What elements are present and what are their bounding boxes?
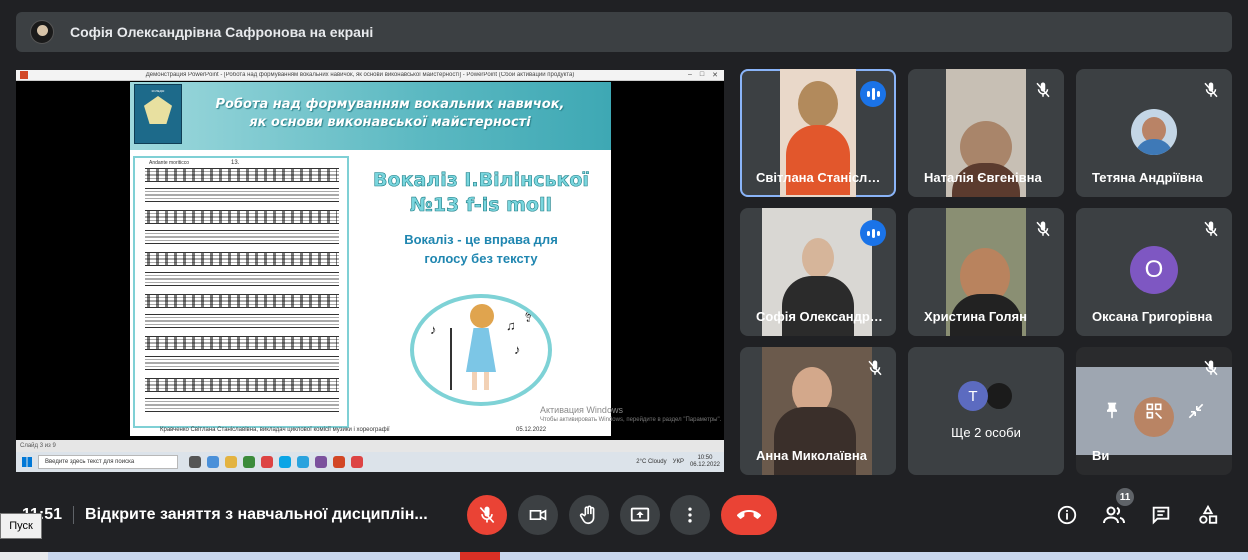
powerpoint-icon bbox=[20, 71, 28, 79]
participant-tile[interactable]: О Оксана Григорівна bbox=[1076, 208, 1232, 336]
people-count-badge: 11 bbox=[1116, 488, 1134, 506]
task-view-icon bbox=[189, 456, 201, 468]
slide-footer: Кравченко Світлана Станіславівна, виклад… bbox=[160, 427, 547, 433]
viber-icon bbox=[315, 456, 327, 468]
participant-tile[interactable]: Софія Олександрівна bbox=[740, 208, 896, 336]
presenter-avatar bbox=[30, 20, 54, 44]
divider bbox=[73, 506, 75, 524]
sheet-music-image: Andante moriticco 13. bbox=[133, 156, 349, 428]
participant-name: Ви bbox=[1092, 448, 1110, 463]
hand-icon bbox=[579, 505, 595, 525]
end-call-icon bbox=[737, 510, 761, 519]
meeting-info: 11:51 Відкрите заняття з навчальної дисц… bbox=[22, 506, 428, 524]
slide-subheading: Вокаліз - це вправа для голосу без текст… bbox=[404, 232, 558, 266]
info-icon bbox=[1057, 505, 1077, 525]
window-controls: – □ ✕ bbox=[687, 71, 718, 79]
mic-off-icon bbox=[479, 506, 495, 524]
minimize-icon[interactable] bbox=[1186, 401, 1206, 421]
taskbar-search: Введите здесь текст для поиска bbox=[38, 455, 178, 469]
meeting-details-button[interactable] bbox=[1055, 503, 1079, 527]
powerpoint-titlebar: Демонстрация PowerPoint - [Робота над фо… bbox=[16, 70, 724, 81]
leave-call-button[interactable] bbox=[721, 495, 777, 535]
participant-name: Світлана Станіславівна Кравченко bbox=[756, 170, 884, 185]
more-options-button[interactable] bbox=[670, 495, 710, 535]
participant-avatar bbox=[1131, 109, 1177, 155]
pin-icon[interactable] bbox=[1102, 401, 1122, 421]
start-tooltip: Пуск bbox=[0, 513, 42, 539]
mic-off-icon bbox=[868, 360, 882, 376]
chrome-taskbar-icon bbox=[351, 456, 363, 468]
participant-name: Оксана Григорівна bbox=[1092, 309, 1213, 324]
mic-off-icon bbox=[1204, 82, 1218, 98]
participant-avatar-photo bbox=[984, 381, 1014, 411]
windows-activation-watermark: Активация Windows Чтобы активировать Win… bbox=[540, 405, 722, 423]
participant-tile[interactable]: Христина Голян bbox=[908, 208, 1064, 336]
chrome-icon bbox=[261, 456, 273, 468]
participant-avatar: Т bbox=[958, 381, 988, 411]
participant-name: Анна Миколаївна bbox=[756, 448, 867, 463]
participant-name: Христина Голян bbox=[924, 309, 1027, 324]
os-taskbar-edge bbox=[0, 552, 1248, 560]
mic-off-icon bbox=[1204, 221, 1218, 237]
presentation-slide: КОЛЕДЖ Робота над формуванням вокальних … bbox=[130, 82, 611, 436]
slide-heading: Вокаліз І.Вілінської №13 f-is moll bbox=[373, 169, 590, 217]
participant-avatar: О bbox=[1130, 246, 1178, 294]
people-button[interactable] bbox=[1102, 503, 1126, 527]
mic-off-icon bbox=[1036, 82, 1050, 98]
speaking-indicator-icon bbox=[860, 81, 886, 107]
activities-icon bbox=[1199, 504, 1218, 524]
slide-heading-block: Вокаліз І.Вілінської №13 f-is moll Вокал… bbox=[356, 168, 606, 268]
chat-icon bbox=[1152, 506, 1170, 525]
telegram-icon bbox=[297, 456, 309, 468]
camera-toggle-button[interactable] bbox=[518, 495, 558, 535]
participant-tile[interactable]: Анна Миколаївна bbox=[740, 347, 896, 475]
remove-from-grid-icon[interactable] bbox=[1144, 401, 1164, 421]
slide-header: КОЛЕДЖ Робота над формуванням вокальних … bbox=[130, 82, 611, 150]
presenter-banner-title: Софія Олександрівна Сафронова на екрані bbox=[70, 24, 374, 40]
participant-name: Софія Олександрівна bbox=[756, 309, 884, 324]
present-screen-button[interactable] bbox=[620, 495, 660, 535]
mic-off-icon bbox=[1036, 221, 1050, 237]
participant-tile[interactable]: Світлана Станіславівна Кравченко bbox=[740, 69, 896, 197]
powerpoint-statusbar: Слайд 3 из 9 bbox=[16, 440, 724, 452]
participant-name: Тетяна Андріївна bbox=[1092, 170, 1203, 185]
college-logo: КОЛЕДЖ bbox=[134, 84, 182, 144]
raise-hand-button[interactable] bbox=[569, 495, 609, 535]
shared-screen[interactable]: Демонстрация PowerPoint - [Робота над фо… bbox=[16, 70, 724, 472]
others-label: Ще 2 особи bbox=[951, 425, 1021, 440]
meeting-title: Відкрите заняття з навчальної дисциплін.… bbox=[85, 506, 428, 523]
participant-tile[interactable]: Наталія Євгенівна bbox=[908, 69, 1064, 197]
mic-toggle-button[interactable] bbox=[467, 495, 507, 535]
more-vert-icon bbox=[688, 507, 692, 523]
app-icon bbox=[243, 456, 255, 468]
explorer-icon bbox=[225, 456, 237, 468]
self-tile[interactable]: Ви bbox=[1076, 347, 1232, 475]
windows-taskbar: Введите здесь текст для поиска 2°C Cloud… bbox=[16, 452, 724, 472]
chat-button[interactable] bbox=[1149, 503, 1173, 527]
present-icon bbox=[630, 507, 650, 522]
window-caption: Демонстрация PowerPoint - [Робота над фо… bbox=[145, 72, 575, 78]
activities-button[interactable] bbox=[1196, 503, 1220, 527]
mic-off-icon bbox=[1204, 360, 1218, 376]
system-tray: 2°C Cloudy УКР 10:50 06.12.2022 bbox=[636, 455, 720, 468]
camera-icon bbox=[529, 509, 547, 521]
skype-icon bbox=[279, 456, 291, 468]
others-tile[interactable]: Т Ще 2 особи bbox=[908, 347, 1064, 475]
participant-name: Наталія Євгенівна bbox=[924, 170, 1042, 185]
participant-tile[interactable]: Тетяна Андріївна bbox=[1076, 69, 1232, 197]
mail-icon bbox=[207, 456, 219, 468]
speaking-indicator-icon bbox=[860, 220, 886, 246]
slide-title: Робота над формуванням вокальних навичок… bbox=[215, 97, 565, 130]
people-icon bbox=[1103, 506, 1125, 524]
singer-illustration: ♪ ♫ 𝄞 ♪ bbox=[410, 294, 552, 406]
presenter-banner: Софія Олександрівна Сафронова на екрані bbox=[16, 12, 1232, 52]
windows-start-icon bbox=[22, 457, 32, 467]
powerpoint-taskbar-icon bbox=[333, 456, 345, 468]
